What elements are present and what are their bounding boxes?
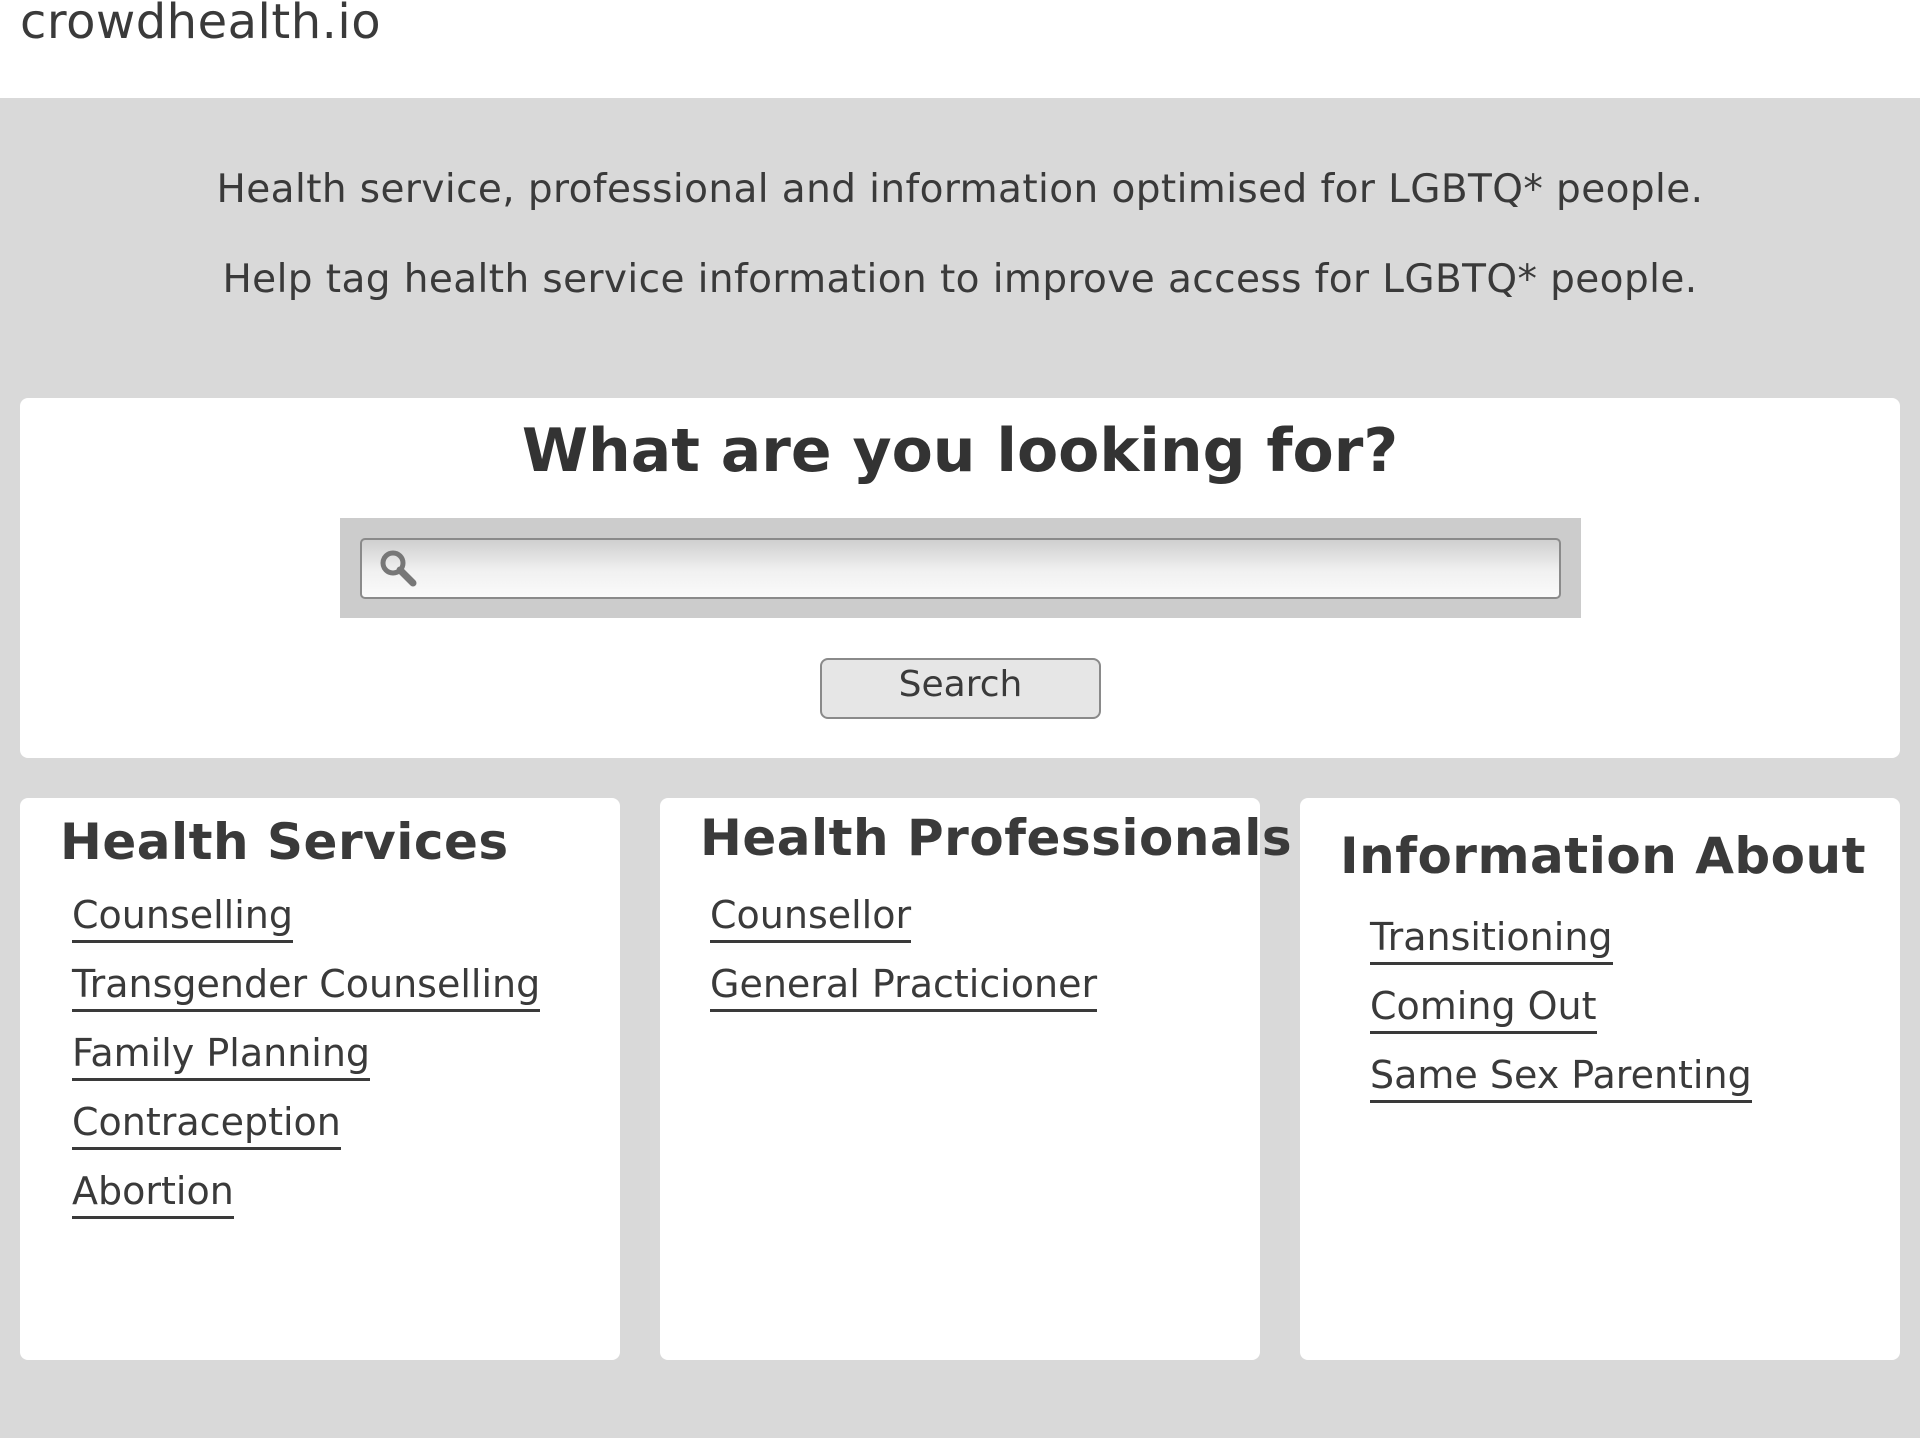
list-item: Abortion [72,1166,540,1235]
link-coming-out[interactable]: Coming Out [1370,981,1597,1034]
health-professionals-panel: Health Professionals Counsellor General … [660,798,1292,1360]
list-item: General Practicioner [710,959,1098,1028]
link-abortion[interactable]: Abortion [72,1166,234,1219]
health-services-list: Counselling Transgender Counselling Fami… [72,890,541,1235]
list-item: Transgender Counselling [72,959,541,1028]
link-family-planning[interactable]: Family Planning [72,1028,371,1081]
health-professionals-list: Counsellor General Practicioner [710,890,1098,1028]
intro-line-2: Help tag health service information to i… [222,257,1698,302]
list-item: Counsellor [710,890,1097,959]
health-professionals-title: Health Professionals [700,809,1293,867]
information-about-title: Information About [1340,827,1867,885]
search-field-container [340,518,1581,618]
health-services-title: Health Services [60,813,509,871]
list-item: Coming Out [1370,981,1752,1050]
link-same-sex-parenting[interactable]: Same Sex Parenting [1370,1050,1752,1103]
search-button[interactable]: Search [820,658,1101,719]
list-item: Counselling [72,890,540,959]
search-panel: What are you looking for? Search [20,398,1900,758]
search-title: What are you looking for? [521,416,1399,486]
link-counsellor[interactable]: Counsellor [710,890,912,943]
search-input[interactable] [360,538,1561,599]
information-about-panel: Information About Transitioning Coming O… [1300,798,1900,1360]
link-transitioning[interactable]: Transitioning [1370,912,1613,965]
link-contraception[interactable]: Contraception [72,1097,341,1150]
search-icon [380,550,417,587]
link-counselling[interactable]: Counselling [72,890,294,943]
link-general-practicioner[interactable]: General Practicioner [710,959,1098,1012]
health-services-panel: Health Services Counselling Transgender … [20,798,620,1360]
top-bar: crowdhealth.io [0,0,1920,98]
link-transgender-counselling[interactable]: Transgender Counselling [72,959,541,1012]
list-item: Family Planning [72,1028,540,1097]
list-item: Transitioning [1370,912,1752,981]
list-item: Same Sex Parenting [1370,1050,1752,1119]
information-about-list: Transitioning Coming Out Same Sex Parent… [1370,912,1752,1119]
site-logo[interactable]: crowdhealth.io [20,0,381,50]
list-item: Contraception [72,1097,540,1166]
intro-line-1: Health service, professional and informa… [216,167,1704,212]
